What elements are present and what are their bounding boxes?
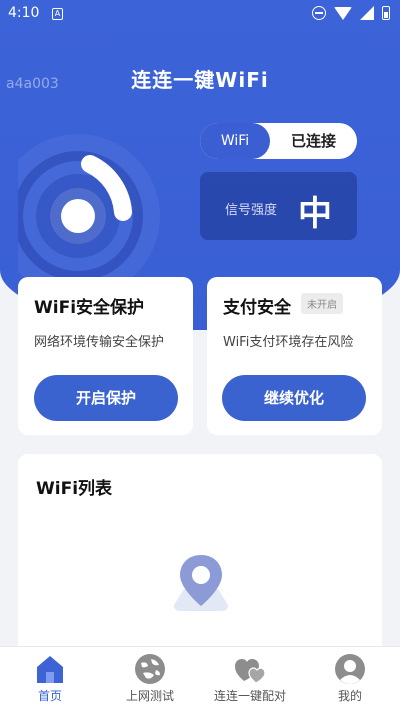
profile-icon bbox=[335, 654, 365, 684]
status-bar: 4:10 A bbox=[0, 0, 400, 28]
tab-home[interactable]: 首页 bbox=[0, 647, 100, 710]
signal-strength-value: 中 bbox=[298, 194, 332, 234]
tab-home-label: 首页 bbox=[37, 689, 62, 703]
location-pin-icon bbox=[174, 555, 228, 611]
pay-secure-subtitle: WiFi支付环境存在风险 bbox=[223, 335, 354, 350]
status-badge: 未开启 bbox=[301, 293, 343, 314]
wifi-label: WiFi bbox=[200, 123, 270, 159]
home-icon bbox=[37, 656, 63, 683]
hearts-icon bbox=[235, 659, 266, 684]
cell-signal-icon bbox=[360, 6, 374, 20]
signal-strength-label: 信号强度 bbox=[225, 203, 278, 218]
do-not-disturb-icon bbox=[312, 6, 326, 20]
app-title: 连连一键WiFi bbox=[131, 68, 269, 92]
connection-status-toggle[interactable]: WiFi 已连接 bbox=[200, 123, 357, 159]
tab-pairing[interactable]: 连连一键配对 bbox=[200, 647, 300, 710]
pay-secure-title: 支付安全 bbox=[223, 298, 291, 318]
app-notification-icon: A bbox=[52, 8, 63, 20]
bottom-tab-bar: 首页 上网测试 连连一键配对 我的 bbox=[0, 646, 400, 710]
connection-status: 已连接 bbox=[290, 132, 336, 150]
signal-strength-panel: 信号强度 中 bbox=[200, 172, 357, 240]
wifi-list-panel: WiFi列表 bbox=[18, 454, 382, 654]
wifi-protect-subtitle: 网络环境传输安全保护 bbox=[34, 335, 165, 350]
enable-protection-button[interactable]: 开启保护 bbox=[34, 375, 178, 421]
wifi-status-icon bbox=[334, 6, 352, 20]
tab-profile-label: 我的 bbox=[337, 689, 362, 703]
tab-speed-test[interactable]: 上网测试 bbox=[100, 647, 200, 710]
continue-optimize-button[interactable]: 继续优化 bbox=[222, 375, 366, 421]
wifi-list-title: WiFi列表 bbox=[36, 479, 113, 499]
wifi-protect-title: WiFi安全保护 bbox=[34, 298, 145, 318]
tab-profile[interactable]: 我的 bbox=[300, 647, 400, 710]
tab-speed-test-label: 上网测试 bbox=[125, 689, 174, 703]
tab-pairing-label: 连连一键配对 bbox=[213, 689, 286, 703]
speed-test-icon bbox=[135, 654, 165, 684]
watermark-text: a4a003 bbox=[6, 76, 59, 92]
battery-icon bbox=[382, 6, 390, 20]
status-time: 4:10 bbox=[8, 5, 40, 21]
status-icons bbox=[312, 6, 390, 20]
